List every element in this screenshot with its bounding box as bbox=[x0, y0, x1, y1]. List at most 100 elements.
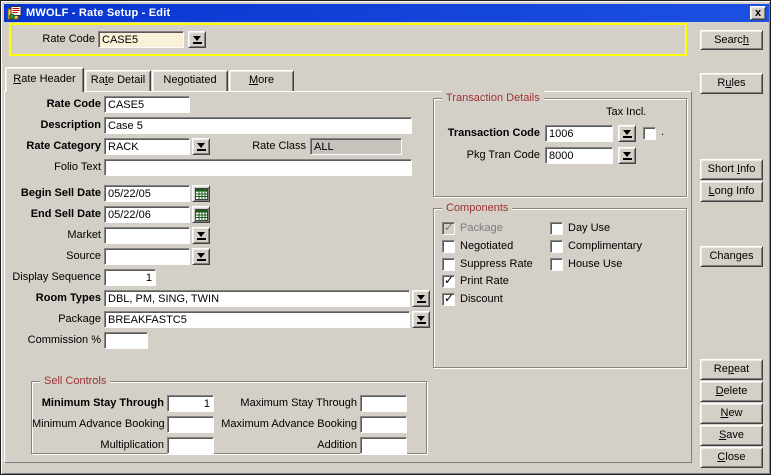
lov-arrow-icon bbox=[417, 295, 425, 300]
max-stay-input[interactable] bbox=[360, 395, 407, 412]
rate-class-field bbox=[310, 138, 402, 155]
close-button[interactable]: Close bbox=[700, 447, 763, 468]
app-icon bbox=[7, 6, 22, 20]
description-label: Description bbox=[1, 117, 101, 134]
multiplication-label: Multiplication bbox=[32, 437, 164, 454]
addition-label: Addition bbox=[218, 437, 357, 454]
source-label: Source bbox=[1, 248, 101, 265]
long-info-button[interactable]: Long Info bbox=[700, 181, 763, 202]
delete-button[interactable]: Delete bbox=[700, 381, 763, 402]
transaction-code-input[interactable] bbox=[545, 125, 613, 142]
market-label: Market bbox=[1, 227, 101, 244]
end-sell-date-calendar-button[interactable] bbox=[192, 206, 210, 223]
end-sell-date-label: End Sell Date bbox=[1, 206, 101, 223]
room-types-lov-button[interactable] bbox=[412, 290, 430, 307]
checkbox-print-rate[interactable]: Print Rate bbox=[442, 274, 509, 288]
checkbox-day-use[interactable]: Day Use bbox=[550, 221, 610, 235]
short-info-button[interactable]: Short Info bbox=[700, 159, 763, 180]
room-types-input[interactable] bbox=[104, 290, 410, 307]
changes-button[interactable]: Changes bbox=[700, 246, 763, 267]
package-input[interactable] bbox=[104, 311, 410, 328]
rate-code-label: Rate Code bbox=[1, 96, 101, 113]
save-button[interactable]: Save bbox=[700, 425, 763, 446]
title-bar: MWOLF - Rate Setup - Edit x bbox=[4, 4, 769, 22]
sell-controls-title: Sell Controls bbox=[40, 374, 110, 388]
lov-arrow-icon bbox=[623, 130, 631, 135]
market-input[interactable] bbox=[104, 227, 190, 244]
lov-arrow-icon bbox=[197, 232, 205, 237]
repeat-button[interactable]: Repeat bbox=[700, 359, 763, 380]
lov-arrow-icon bbox=[193, 36, 201, 41]
min-advance-booking-input[interactable] bbox=[167, 416, 214, 433]
close-icon[interactable]: x bbox=[750, 6, 766, 20]
tax-incl-label: Tax Incl. bbox=[606, 104, 656, 121]
begin-sell-date-input[interactable] bbox=[104, 185, 190, 202]
tab-rate-header[interactable]: Rate Header bbox=[5, 67, 84, 92]
sell-controls-group: Sell Controls Minimum Stay Through Maxim… bbox=[31, 381, 427, 454]
checkbox-complimentary[interactable]: Complimentary bbox=[550, 239, 642, 253]
lov-arrow-icon bbox=[197, 143, 205, 148]
commission-input[interactable] bbox=[104, 332, 148, 349]
rate-code-search-label: Rate Code bbox=[11, 31, 95, 48]
tab-rate-detail[interactable]: Rate Detail bbox=[85, 70, 151, 91]
multiplication-input[interactable] bbox=[167, 437, 214, 454]
max-stay-label: Maximum Stay Through bbox=[218, 395, 357, 412]
tab-negotiated[interactable]: Negotiated bbox=[152, 70, 228, 91]
folio-text-label: Folio Text bbox=[1, 159, 101, 176]
calendar-icon bbox=[195, 188, 208, 200]
begin-sell-date-calendar-button[interactable] bbox=[192, 185, 210, 202]
max-advance-booking-input[interactable] bbox=[360, 416, 407, 433]
pkg-tran-code-lov-button[interactable] bbox=[618, 147, 636, 164]
checkbox-house-use[interactable]: House Use bbox=[550, 257, 622, 271]
end-sell-date-input[interactable] bbox=[104, 206, 190, 223]
rate-code-search-input[interactable] bbox=[98, 31, 184, 48]
folio-text-input[interactable] bbox=[104, 159, 412, 176]
transaction-code-lov-button[interactable] bbox=[618, 125, 636, 142]
checkbox-negotiated[interactable]: Negotiated bbox=[442, 239, 513, 253]
rules-button[interactable]: Rules bbox=[700, 73, 763, 94]
lov-arrow-icon bbox=[623, 152, 631, 157]
min-advance-booking-label: Minimum Advance Booking bbox=[32, 416, 164, 433]
transaction-details-title: Transaction Details bbox=[442, 91, 544, 105]
window-title: MWOLF - Rate Setup - Edit bbox=[26, 7, 746, 19]
checkbox-discount[interactable]: Discount bbox=[442, 292, 503, 306]
max-advance-booking-label: Maximum Advance Booking bbox=[218, 416, 357, 433]
lov-arrow-icon bbox=[197, 253, 205, 258]
display-sequence-label: Display Sequence bbox=[1, 269, 101, 286]
search-button[interactable]: Search bbox=[700, 30, 763, 50]
rate-class-label: Rate Class bbox=[206, 138, 306, 155]
rate-category-label: Rate Category bbox=[1, 138, 101, 155]
display-sequence-input[interactable] bbox=[104, 269, 156, 286]
checkbox-suppress-rate[interactable]: Suppress Rate bbox=[442, 257, 533, 271]
checkbox-package: Package bbox=[442, 221, 503, 235]
lov-arrow-icon bbox=[417, 316, 425, 321]
components-title: Components bbox=[442, 201, 512, 215]
source-input[interactable] bbox=[104, 248, 190, 265]
min-stay-label: Minimum Stay Through bbox=[32, 395, 164, 412]
tax-incl-checkbox[interactable] bbox=[643, 126, 656, 140]
rate-code-lov-button[interactable] bbox=[188, 31, 206, 48]
transaction-details-group: Transaction Details Tax Incl. Transactio… bbox=[433, 98, 687, 197]
begin-sell-date-label: Begin Sell Date bbox=[1, 185, 101, 202]
tab-more[interactable]: More bbox=[229, 70, 294, 91]
pkg-tran-code-label: Pkg Tran Code bbox=[434, 147, 540, 164]
package-label: Package bbox=[1, 311, 101, 328]
transaction-code-label: Transaction Code bbox=[434, 125, 540, 142]
rate-code-input[interactable] bbox=[104, 96, 190, 113]
pkg-tran-code-input[interactable] bbox=[545, 147, 613, 164]
source-lov-button[interactable] bbox=[192, 248, 210, 265]
room-types-label: Room Types bbox=[1, 290, 101, 307]
new-button[interactable]: New bbox=[700, 403, 763, 424]
addition-input[interactable] bbox=[360, 437, 407, 454]
rate-setup-window: MWOLF - Rate Setup - Edit x Rate Code Ra… bbox=[0, 0, 771, 475]
components-group: Components Package Negotiated Suppress R… bbox=[433, 208, 687, 368]
commission-label: Commission % bbox=[1, 332, 101, 349]
package-lov-button[interactable] bbox=[412, 311, 430, 328]
min-stay-input[interactable] bbox=[167, 395, 214, 412]
rate-code-search-panel: Rate Code bbox=[9, 23, 687, 56]
calendar-icon bbox=[195, 209, 208, 221]
tax-incl-period: . bbox=[661, 126, 667, 138]
market-lov-button[interactable] bbox=[192, 227, 210, 244]
rate-category-input[interactable] bbox=[104, 138, 190, 155]
description-input[interactable] bbox=[104, 117, 412, 134]
